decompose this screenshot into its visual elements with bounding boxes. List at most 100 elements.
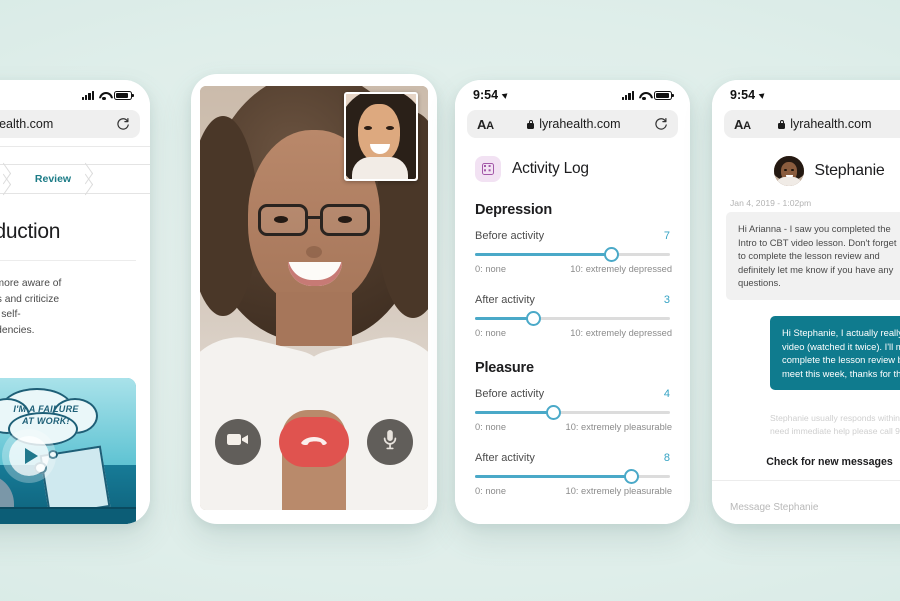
slider-label: Before activity: [475, 230, 545, 242]
chat-header: Stephanie: [712, 152, 900, 190]
phone-mockup-stage: lyrahealth.com Video Review: [0, 0, 900, 601]
section-title-pleasure: Pleasure: [475, 360, 534, 376]
lesson-body-text: es on becoming more aware of hard on our…: [0, 278, 62, 336]
breadcrumb: Video Review: [0, 164, 150, 194]
slider-fill: [475, 317, 534, 321]
slider-depression-after[interactable]: After activity 3 0: none 10: extremely d…: [475, 294, 672, 339]
composer-divider: [712, 480, 900, 481]
wifi-icon: [638, 91, 650, 100]
lesson-video-thumbnail[interactable]: E! I'M A FAILURE AT WORK!: [0, 378, 136, 524]
comic-bubble-text: I'M A FAILURE AT WORK!: [13, 404, 79, 426]
slider-knob[interactable]: [604, 247, 619, 263]
text-size-button[interactable]: AA: [734, 117, 751, 132]
response-time-note: Stephanie usually responds within 2 days…: [770, 413, 900, 436]
video-call-feed: [200, 86, 428, 510]
play-icon[interactable]: [9, 435, 49, 476]
slider-label: After activity: [475, 294, 535, 306]
message-timestamp-incoming: Jan 4, 2019 - 1:02pm: [730, 198, 812, 208]
section-title-depression: Depression: [475, 202, 552, 218]
slider-scale: 0: none 10: extremely depressed: [475, 264, 672, 275]
slider-knob[interactable]: [623, 469, 639, 485]
phone-lesson: lyrahealth.com Video Review: [0, 80, 150, 524]
message-bubble-incoming: Hi Arianna - I saw you completed the Int…: [726, 212, 900, 300]
phone3-status-left: 9:54: [473, 88, 510, 102]
video-call-controls: [200, 414, 428, 470]
slider-max-label: 10: extremely pleasurable: [565, 486, 672, 497]
message-bubble-outgoing: Hi Stephanie, I actually really liked th…: [770, 316, 900, 391]
slider-knob[interactable]: [545, 405, 561, 421]
phone3-statusbar: 9:54: [455, 80, 690, 110]
battery-icon: [654, 90, 674, 100]
slider-min-label: 0: none: [475, 264, 507, 275]
phone1-statusbar: [0, 80, 150, 110]
signal-icon: [81, 90, 94, 100]
mute-toggle-button[interactable]: [367, 419, 413, 465]
phone1-status-icons: [81, 90, 134, 100]
phone-messages: 9:54 AA lyrahealth.com Stephanie Jan 4, …: [712, 80, 900, 524]
message-composer-input[interactable]: Message Stephanie: [730, 502, 818, 513]
slider-fill: [475, 411, 553, 415]
camera-toggle-button[interactable]: [215, 419, 261, 465]
phone1-url-bar[interactable]: lyrahealth.com: [0, 110, 140, 138]
phone-hangup-icon: [299, 432, 329, 453]
phone1-screen: lyrahealth.com Video Review: [0, 80, 150, 524]
text-size-button[interactable]: AA: [477, 117, 494, 132]
slider-label: Before activity: [475, 388, 545, 400]
end-call-button[interactable]: [279, 417, 349, 467]
phone4-url: lyrahealth.com: [790, 117, 872, 131]
status-time: 9:54: [473, 88, 499, 102]
slider-track[interactable]: [475, 405, 670, 421]
signal-icon: [621, 90, 634, 100]
battery-icon: [114, 90, 134, 100]
slider-pleasure-after[interactable]: After activity 8 0: none 10: extremely p…: [475, 452, 672, 497]
slider-scale: 0: none 10: extremely pleasurable: [475, 486, 672, 497]
phone4-statusbar: 9:54: [712, 80, 900, 110]
phone-activity-log: 9:54 AA lyrahealth.com Activity Log Depr…: [455, 80, 690, 524]
status-time: 9:54: [730, 88, 756, 102]
phone1-url-text-group: lyrahealth.com: [0, 117, 53, 131]
slider-label: After activity: [475, 452, 535, 464]
lock-icon: [527, 119, 535, 129]
slider-fill: [475, 253, 612, 257]
activity-log-title: Activity Log: [512, 160, 589, 177]
location-arrow-icon: [501, 91, 510, 99]
self-view-thumbnail[interactable]: [344, 92, 418, 181]
slider-track[interactable]: [475, 311, 670, 327]
slider-min-label: 0: none: [475, 422, 507, 433]
page-title: Introduction: [0, 220, 61, 243]
breadcrumb-step-review[interactable]: Review: [12, 164, 94, 194]
phone4-url-bar[interactable]: AA lyrahealth.com: [724, 110, 900, 138]
slider-min-label: 0: none: [475, 486, 507, 497]
slider-fill: [475, 475, 631, 479]
phone3-url-bar[interactable]: AA lyrahealth.com: [467, 110, 678, 138]
slider-knob[interactable]: [526, 311, 541, 327]
slider-track[interactable]: [475, 469, 670, 485]
activity-log-header: Activity Log: [475, 156, 589, 182]
slider-min-label: 0: none: [475, 328, 507, 339]
slider-value: 8: [663, 452, 670, 464]
slider-depression-before[interactable]: Before activity 7 0: none 10: extremely …: [475, 230, 672, 275]
phone3-url-text-group: lyrahealth.com: [527, 117, 621, 131]
phone3-screen: 9:54 AA lyrahealth.com Activity Log Depr…: [455, 80, 690, 524]
breadcrumb-step-review-label: Review: [34, 173, 72, 185]
microphone-icon: [383, 429, 397, 455]
phone4-status-left: 9:54: [730, 88, 767, 102]
contact-avatar[interactable]: [774, 156, 805, 186]
slider-max-label: 10: extremely depressed: [570, 264, 672, 275]
activity-log-icon: [475, 156, 501, 182]
slider-track[interactable]: [475, 247, 670, 263]
breadcrumb-step-video[interactable]: Video: [0, 164, 12, 194]
phone4-url-text-group: lyrahealth.com: [778, 117, 872, 131]
slider-scale: 0: none 10: extremely pleasurable: [475, 422, 672, 433]
wifi-icon: [98, 91, 110, 100]
chevron-right-icon: [79, 164, 95, 194]
phone-video-call: [191, 74, 437, 524]
contact-name: Stephanie: [814, 162, 885, 179]
check-new-messages-button[interactable]: Check for new messages: [712, 456, 900, 468]
reload-icon[interactable]: [654, 117, 668, 131]
phone1-url: lyrahealth.com: [0, 117, 54, 131]
location-arrow-icon: [758, 91, 767, 99]
reload-icon[interactable]: [116, 117, 130, 131]
slider-pleasure-before[interactable]: Before activity 4 0: none 10: extremely …: [475, 388, 672, 433]
phone3-url: lyrahealth.com: [539, 117, 621, 131]
